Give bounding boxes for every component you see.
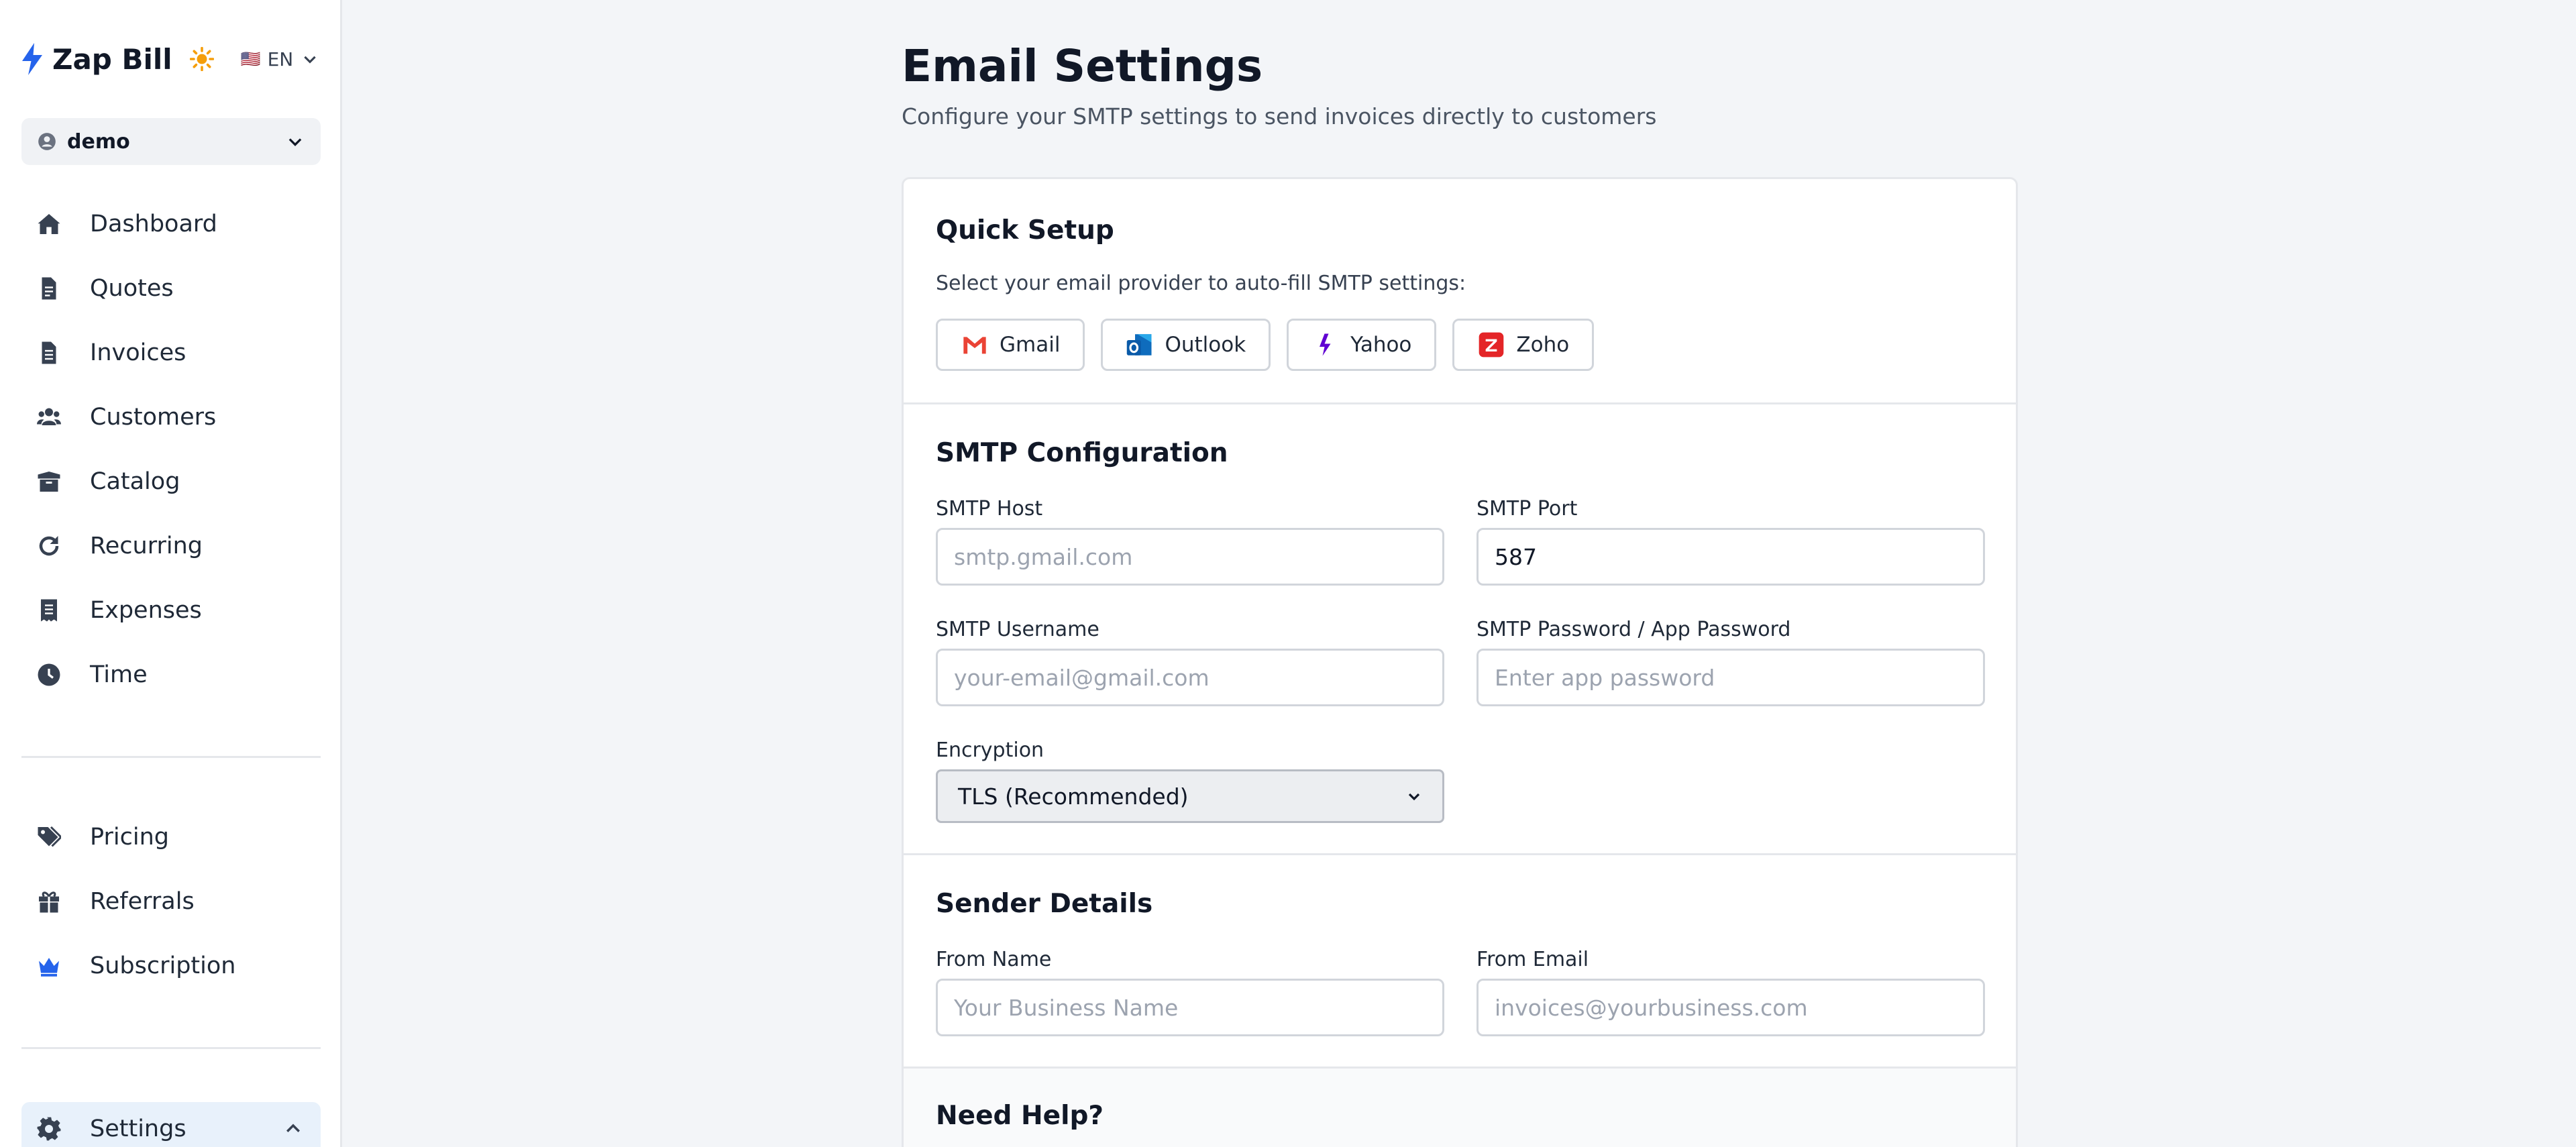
sidebar-item-expenses[interactable]: Expenses bbox=[21, 578, 321, 643]
from-name-label: From Name bbox=[936, 948, 1052, 971]
zoho-icon bbox=[1477, 331, 1505, 359]
sidebar-divider bbox=[21, 756, 321, 758]
main-nav: Dashboard Quotes Invoices Customers Cata… bbox=[21, 192, 321, 707]
sidebar-item-recurring[interactable]: Recurring bbox=[21, 514, 321, 578]
sidebar-item-label: Invoices bbox=[90, 339, 186, 366]
provider-label: Yahoo bbox=[1350, 333, 1412, 357]
chevron-down-icon bbox=[304, 56, 316, 64]
home-icon bbox=[36, 211, 62, 237]
yahoo-icon bbox=[1311, 331, 1340, 359]
sidebar-item-label: Dashboard bbox=[90, 211, 217, 237]
smtp-host-input[interactable] bbox=[936, 528, 1444, 586]
sun-icon[interactable] bbox=[189, 47, 214, 71]
sidebar-item-label: Customers bbox=[90, 404, 217, 431]
chevron-down-icon bbox=[1408, 793, 1420, 801]
sidebar-item-label: Referrals bbox=[90, 888, 195, 915]
settings-card: Quick Setup Select your email provider t… bbox=[902, 177, 2018, 1147]
sidebar-item-label: Subscription bbox=[90, 952, 236, 979]
refresh-icon bbox=[36, 533, 62, 559]
page-subtitle: Configure your SMTP settings to send inv… bbox=[902, 103, 1657, 129]
user-icon bbox=[38, 133, 56, 150]
smtp-section: SMTP Configuration SMTP Host SMTP Port 5… bbox=[904, 404, 2016, 855]
provider-buttons: Gmail Outlook Yahoo Zoho bbox=[936, 319, 1595, 371]
from-email-label: From Email bbox=[1477, 948, 1589, 971]
sidebar-item-settings[interactable]: Settings bbox=[21, 1102, 321, 1147]
sidebar-item-label: Time bbox=[90, 661, 148, 688]
chevron-up-icon bbox=[286, 1124, 300, 1132]
sidebar-item-label: Catalog bbox=[90, 468, 180, 495]
yahoo-button[interactable]: Yahoo bbox=[1287, 319, 1437, 371]
receipt-icon bbox=[36, 598, 62, 623]
smtp-host-label: SMTP Host bbox=[936, 497, 1043, 521]
provider-label: Gmail bbox=[1000, 333, 1061, 357]
sender-section: Sender Details From Name From Email bbox=[904, 855, 2016, 1069]
section-title: Sender Details bbox=[936, 889, 1153, 919]
page-title: Email Settings bbox=[902, 40, 1263, 92]
sidebar-item-pricing[interactable]: Pricing bbox=[21, 805, 321, 869]
document-icon bbox=[36, 276, 62, 301]
clock-icon bbox=[36, 662, 62, 688]
section-title: Quick Setup bbox=[936, 215, 1114, 245]
sidebar-item-subscription[interactable]: Subscription bbox=[21, 934, 321, 998]
outlook-button[interactable]: Outlook bbox=[1101, 319, 1271, 371]
flag-icon: 🇺🇸 bbox=[240, 50, 261, 68]
smtp-password-input[interactable] bbox=[1477, 649, 1985, 706]
box-icon bbox=[36, 469, 62, 494]
provider-label: Zoho bbox=[1516, 333, 1570, 357]
sidebar-item-time[interactable]: Time bbox=[21, 643, 321, 707]
account-selector[interactable]: demo bbox=[21, 118, 321, 165]
section-title: Need Help? bbox=[936, 1101, 1104, 1131]
from-name-input[interactable] bbox=[936, 979, 1444, 1036]
smtp-username-input[interactable] bbox=[936, 649, 1444, 706]
quick-setup-section: Quick Setup Select your email provider t… bbox=[904, 179, 2016, 404]
provider-label: Outlook bbox=[1165, 333, 1246, 357]
language-selector[interactable]: 🇺🇸 EN bbox=[241, 48, 319, 70]
tags-icon bbox=[36, 824, 62, 850]
sidebar-divider bbox=[21, 1047, 321, 1049]
smtp-port-input[interactable]: 587 bbox=[1477, 528, 1985, 586]
crown-icon bbox=[36, 953, 62, 979]
users-icon bbox=[36, 404, 62, 430]
sidebar-item-dashboard[interactable]: Dashboard bbox=[21, 192, 321, 256]
gmail-icon bbox=[961, 331, 989, 359]
smtp-username-label: SMTP Username bbox=[936, 618, 1099, 641]
account-name: demo bbox=[67, 129, 130, 154]
smtp-password-label: SMTP Password / App Password bbox=[1477, 618, 1791, 641]
help-section: Need Help? bbox=[904, 1069, 2016, 1147]
sidebar-item-label: Settings bbox=[90, 1115, 186, 1142]
smtp-port-label: SMTP Port bbox=[1477, 497, 1578, 521]
from-email-input[interactable] bbox=[1477, 979, 1985, 1036]
sidebar: Zap Bill 🇺🇸 EN demo Dashboard Quotes Inv… bbox=[0, 0, 342, 1147]
sidebar-item-catalog[interactable]: Catalog bbox=[21, 449, 321, 514]
quick-setup-helper: Select your email provider to auto-fill … bbox=[936, 272, 1466, 295]
sidebar-item-label: Recurring bbox=[90, 533, 203, 559]
sidebar-item-invoices[interactable]: Invoices bbox=[21, 321, 321, 385]
sidebar-item-label: Quotes bbox=[90, 275, 174, 302]
invoice-icon bbox=[36, 340, 62, 366]
language-label: EN bbox=[267, 48, 294, 70]
sidebar-item-customers[interactable]: Customers bbox=[21, 385, 321, 449]
sidebar-item-label: Expenses bbox=[90, 597, 202, 624]
gmail-button[interactable]: Gmail bbox=[936, 319, 1085, 371]
sidebar-item-referrals[interactable]: Referrals bbox=[21, 869, 321, 934]
section-title: SMTP Configuration bbox=[936, 438, 1228, 468]
bolt-icon bbox=[22, 43, 42, 75]
outlook-icon bbox=[1126, 331, 1154, 359]
gift-icon bbox=[36, 889, 62, 914]
encryption-value: TLS (Recommended) bbox=[958, 783, 1189, 810]
secondary-nav: Pricing Referrals Subscription bbox=[21, 805, 321, 998]
brand[interactable]: Zap Bill 🇺🇸 EN bbox=[20, 40, 319, 78]
gear-icon bbox=[37, 1117, 61, 1141]
encryption-label: Encryption bbox=[936, 739, 1044, 762]
sidebar-item-quotes[interactable]: Quotes bbox=[21, 256, 321, 321]
zoho-button[interactable]: Zoho bbox=[1452, 319, 1595, 371]
chevron-down-icon bbox=[288, 138, 302, 146]
sidebar-item-label: Pricing bbox=[90, 824, 169, 851]
encryption-select[interactable]: TLS (Recommended) bbox=[936, 769, 1444, 823]
brand-name: Zap Bill bbox=[52, 42, 172, 76]
